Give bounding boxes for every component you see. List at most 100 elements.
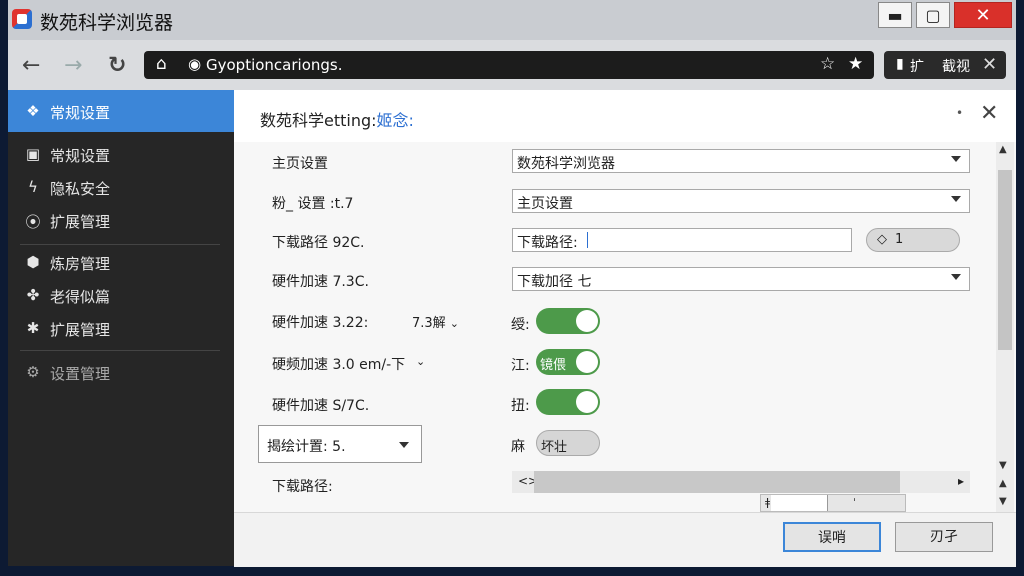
panel-title-main: 数苑科学etting:: [260, 111, 377, 130]
sidebar-item-general-active[interactable]: ❖ 常规设置: [8, 90, 234, 132]
dialog-footer: 误哨 刃孑: [234, 512, 1016, 567]
scroll-up-icon[interactable]: ▲: [999, 144, 1007, 155]
startup-label: 粉_ 设置 :t.7: [272, 196, 354, 212]
address-bar[interactable]: ⌂ ◉ Gyoptioncariongs. ☆ ★: [144, 51, 874, 79]
startup-select[interactable]: 主页设置: [512, 189, 970, 213]
shield-icon: ⬢: [26, 253, 40, 271]
puzzle-icon: ✱: [26, 319, 40, 337]
home-icon[interactable]: ⌂: [156, 54, 167, 74]
window-title: 数苑科学浏览器: [40, 12, 174, 34]
site-info-icon[interactable]: ◉: [188, 55, 201, 73]
sidebar-item-privacy[interactable]: ϟ 隐私安全: [8, 171, 234, 203]
chevron-down-icon: [399, 442, 409, 448]
inline-dropdown-value: 7.3解: [412, 316, 446, 331]
slider-right-arrow-icon[interactable]: ▸: [958, 474, 964, 488]
extension-tab-label-2: 截视: [942, 59, 970, 75]
chevron-down-icon: ⌄: [416, 355, 426, 368]
toggle-text: 镜偎: [540, 358, 567, 373]
download-path-label: 下载路径 92C.: [272, 235, 365, 251]
extension-tab-label: 扩: [910, 59, 924, 75]
homepage-select[interactable]: 数苑科学浏览器: [512, 149, 970, 173]
homepage-label: 主页设置: [272, 156, 328, 172]
title-bar: 数苑科学浏览器 ▬ ▢ ✕: [8, 0, 1016, 41]
forward-arrow-icon[interactable]: →: [64, 53, 82, 78]
toggle-4-label: 麻: [511, 439, 525, 455]
vertical-scrollbar[interactable]: ▲ ▼ ▲ ▼: [996, 142, 1014, 512]
header-dot-icon: •: [956, 106, 964, 120]
close-tab-icon[interactable]: ✕: [982, 54, 997, 75]
browser-window: 数苑科学浏览器 ▬ ▢ ✕ ← → ↻ ⌂ ◉ Gyoptioncariongs…: [8, 0, 1016, 567]
hardware-accel-label: 硬件加速 7.3C.: [272, 274, 369, 290]
app-logo-icon: [12, 9, 32, 29]
sidebar-item-general[interactable]: ▣ 常规设置: [8, 138, 234, 170]
sidebar-item-settings-management[interactable]: ⚙ 设置管理: [8, 356, 234, 388]
chevron-down-icon: [951, 196, 961, 202]
inline-dropdown[interactable]: 7.3解 ⌄: [412, 312, 459, 331]
toggle-text: 坏壮: [541, 440, 568, 455]
sidebar-item-appearance[interactable]: ✤ 老得似篇: [8, 279, 234, 311]
mini-scrollbar[interactable]: ǂ ˈ: [760, 494, 906, 512]
toggle-switch-1[interactable]: [536, 308, 600, 334]
ok-button[interactable]: 误哨: [783, 522, 881, 552]
slider-fill: [534, 471, 900, 493]
horizontal-slider[interactable]: <> ▸: [512, 471, 970, 493]
settings-panel: 数苑科学etting:姬念: • ✕ 主页设置 数苑科学浏览器 粉_ 设置 :t…: [234, 90, 1016, 567]
sidebar-item-extensions-2[interactable]: ✱ 扩展管理: [8, 312, 234, 344]
cancel-button[interactable]: 刃孑: [895, 522, 993, 552]
sidebar-item-label: 扩展管理: [50, 213, 111, 231]
startup-select-value: 主页设置: [517, 196, 573, 212]
favorites-star-icon[interactable]: ★: [848, 54, 863, 74]
hardware-accel-label-2: 硬件加速 3.22:: [272, 315, 369, 331]
hardware-accel-select[interactable]: 下载加径 七: [512, 267, 970, 291]
close-window-button[interactable]: ✕: [954, 2, 1012, 28]
chevron-down-icon: [951, 156, 961, 162]
page-icon: ▮: [896, 56, 904, 72]
extension-tab[interactable]: ▮ 扩 截视 ✕: [884, 51, 1006, 79]
toggle-1-label: 绶:: [511, 317, 530, 333]
sidebar-item-label: 隐私安全: [50, 180, 111, 198]
toggle-switch-4[interactable]: 坏壮: [536, 430, 600, 456]
reload-icon[interactable]: ↻: [108, 53, 126, 78]
count-select[interactable]: 揭绘计置: 5.: [258, 425, 422, 463]
scrollbar-thumb[interactable]: [998, 170, 1012, 350]
panel-title-accent: 姬念:: [376, 111, 414, 130]
toggle-knob: [576, 351, 598, 373]
download-path-input-label: 下载路径:: [517, 235, 578, 251]
toggle-2-label: 江:: [511, 358, 530, 374]
toggle-switch-3[interactable]: [536, 389, 600, 415]
browse-button-label: 1: [895, 232, 904, 247]
diamond-icon: ◇: [877, 232, 887, 247]
browse-button[interactable]: ◇ 1: [866, 228, 960, 252]
mini-scrollbar-thumb[interactable]: [771, 495, 828, 511]
hardware-accel-label-4: 硬件加速 S/7C.: [272, 398, 370, 414]
scroll-down-icon[interactable]: ▼: [999, 460, 1007, 471]
hardware-accel-label-3: 硬频加速 3.0 em/-下: [272, 357, 406, 373]
scroll-up-icon-2[interactable]: ▲: [999, 478, 1007, 489]
back-arrow-icon[interactable]: ←: [22, 53, 40, 78]
mini-right-mark: ˈ: [853, 496, 857, 509]
sidebar-item-extensions[interactable]: ⦿ 扩展管理: [8, 204, 234, 236]
panel-title: 数苑科学etting:姬念:: [260, 107, 414, 131]
mini-left-mark: ǂ: [765, 496, 771, 509]
download-path-input[interactable]: 下载路径:: [512, 228, 852, 252]
close-panel-icon[interactable]: ✕: [980, 101, 998, 126]
text-cursor: [587, 232, 588, 248]
url-text[interactable]: Gyoptioncariongs.: [206, 56, 343, 74]
sidebar-item-label: 常规设置: [50, 147, 111, 165]
inline-dropdown-2[interactable]: ⌄: [412, 354, 425, 369]
gear-icon: ⚙: [26, 363, 40, 381]
scroll-down-icon-2[interactable]: ▼: [999, 496, 1007, 507]
toggle-switch-2[interactable]: 镜偎: [536, 349, 600, 375]
panel-icon: ▣: [25, 145, 41, 163]
browser-toolbar: ← → ↻ ⌂ ◉ Gyoptioncariongs. ☆ ★ ▮ 扩 截视 ✕: [8, 40, 1016, 91]
settings-sidebar: ❖ 常规设置 ▣ 常规设置 ϟ 隐私安全 ⦿ 扩展管理 ⬢ 炼房管理 ✤ 老得似…: [8, 90, 234, 566]
minimize-button[interactable]: ▬: [878, 2, 912, 28]
bookmark-star-icon[interactable]: ☆: [820, 54, 835, 74]
sidebar-item-management[interactable]: ⬢ 炼房管理: [8, 246, 234, 278]
toggle-knob: [576, 391, 598, 413]
sidebar-item-label: 扩展管理: [50, 321, 111, 339]
panel-header: 数苑科学etting:姬念: • ✕: [234, 90, 1016, 142]
sidebar-item-label: 老得似篇: [50, 288, 111, 306]
maximize-button[interactable]: ▢: [916, 2, 950, 28]
sidebar-item-label: 常规设置: [50, 104, 111, 122]
